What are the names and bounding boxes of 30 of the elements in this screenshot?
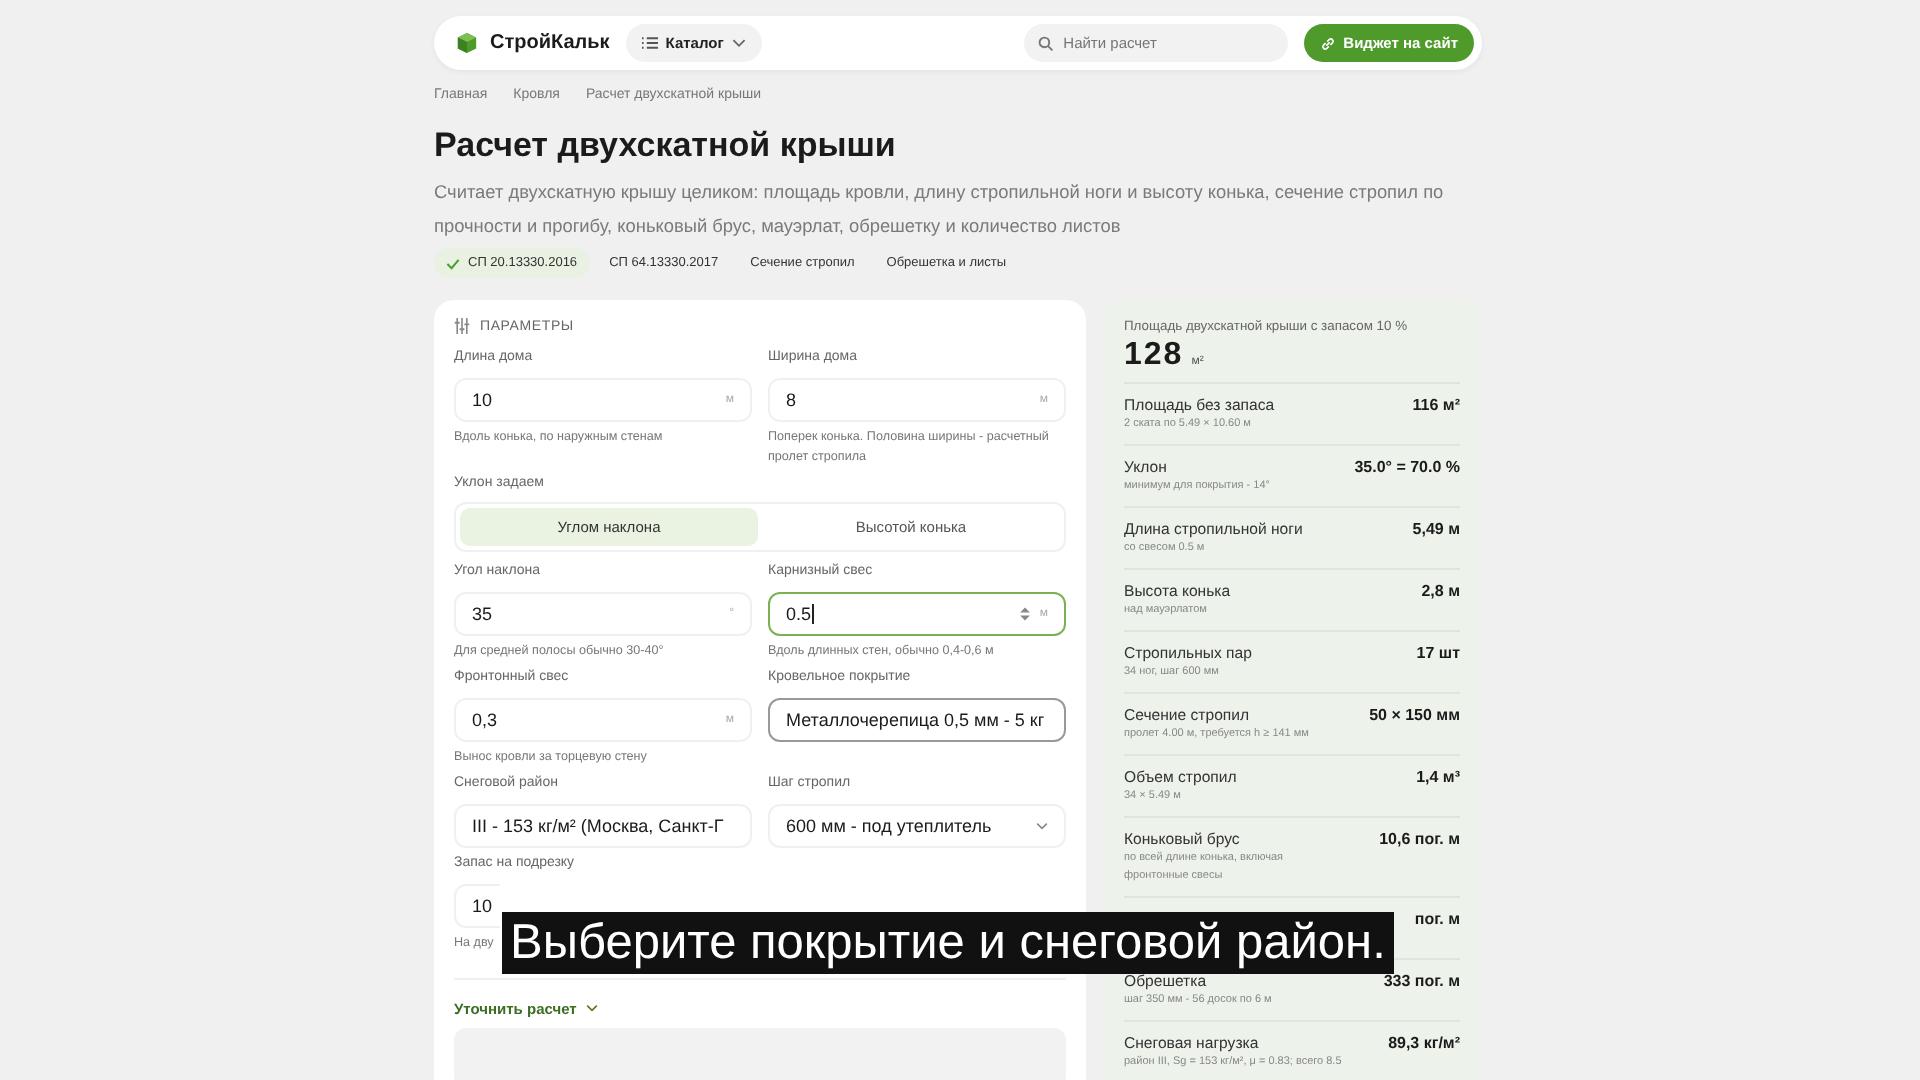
logo-text[interactable]: СтройКальк	[490, 32, 610, 54]
result-value: пог. м	[1414, 909, 1460, 927]
select-field[interactable]: Металлочерепица 0,5 мм - 5 кг	[768, 698, 1066, 742]
check-icon	[446, 257, 460, 269]
result-value: 50 × 150 мм	[1369, 705, 1460, 723]
select-field[interactable]: III - 153 кг/м² (Москва, Санкт-Г	[454, 804, 752, 848]
page-description: Считает двухскатную крышу целиком: площадь кровли, длину стропильной ноги и высоту конька, сечение стропил по прочности и прогибу, коньковый брус, мауэрлат, обрешетку и количество листов	[434, 180, 1446, 240]
select-field[interactable]: 600 мм - под утеплитель	[768, 804, 1066, 848]
result-value: 1,4 м³	[1416, 767, 1460, 785]
result-value: 10,6 пог. м	[1379, 829, 1460, 847]
stepper-icon[interactable]	[1019, 606, 1030, 622]
result-value: 2,8 м	[1421, 581, 1460, 599]
video-subtitle: Выберите покрытие и снеговой район.	[502, 912, 1394, 974]
chevron-down-icon	[731, 38, 746, 48]
cube-icon	[456, 32, 478, 54]
sliders-icon	[454, 318, 470, 334]
search-icon	[1037, 35, 1054, 51]
result-value: 17 шт	[1416, 643, 1460, 661]
page-title: Расчет двухскатной крыши	[434, 124, 898, 168]
total-value: 128	[1124, 338, 1184, 374]
link-icon	[1319, 35, 1336, 51]
input-field[interactable]: 10	[454, 884, 500, 928]
result-value: 89,3 кг/м²	[1388, 1033, 1460, 1051]
chevron-down-icon	[586, 1004, 599, 1012]
result-value: 333 пог. м	[1383, 971, 1460, 989]
chevron-down-icon	[1036, 822, 1048, 830]
result-value: 116 м²	[1412, 395, 1460, 413]
list-icon	[641, 36, 658, 50]
result-value: 5,49 м	[1412, 519, 1460, 537]
result-value: 35.0° = 70.0 %	[1354, 457, 1460, 475]
